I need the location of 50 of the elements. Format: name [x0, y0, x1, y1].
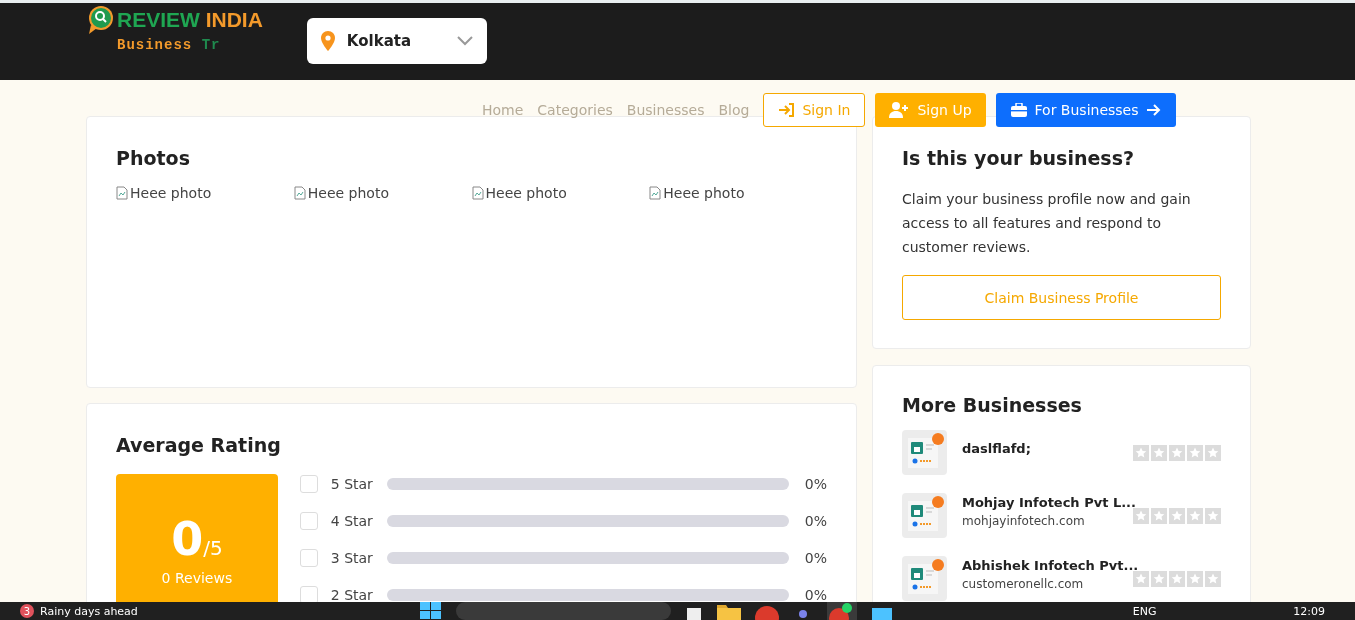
- image-alt-text: Heee photo: [130, 185, 212, 201]
- logo-icon: [87, 5, 115, 35]
- arrow-right-icon: [1146, 104, 1161, 116]
- broken-image-icon: [293, 186, 306, 200]
- star-filter-checkbox[interactable]: [299, 512, 318, 530]
- percent-text: 0%: [804, 513, 827, 529]
- star-filter-checkbox[interactable]: [299, 475, 318, 493]
- section-title: Photos: [116, 147, 191, 169]
- section-title: More Businesses: [902, 394, 1083, 416]
- business-thumbnail-icon: [902, 493, 947, 538]
- location-dropdown[interactable]: Kolkata: [306, 18, 487, 64]
- weather-text[interactable]: Rainy days ahead: [40, 604, 138, 618]
- star-label: 5 Star: [330, 476, 374, 492]
- business-name[interactable]: daslflafd;: [962, 441, 1133, 456]
- section-title: Is this your business?: [902, 147, 1135, 169]
- image-alt-text: Heee photo: [307, 185, 389, 201]
- pin-icon: [320, 31, 335, 51]
- business-url: customeronellc.com: [962, 577, 1085, 591]
- language-indicator[interactable]: ENG: [1132, 604, 1157, 618]
- review-count: 0 Reviews: [161, 570, 233, 586]
- chevron-down-icon: [456, 36, 473, 46]
- add-user-icon: [889, 102, 910, 118]
- business-name[interactable]: Mohjay Infotech Pvt L...: [962, 495, 1133, 510]
- percent-text: 0%: [804, 476, 827, 492]
- image-alt-text: Heee photo: [485, 185, 567, 201]
- tagline: Business Tr: [117, 37, 222, 53]
- broken-image-icon: [471, 186, 484, 200]
- notification-badge: 3: [20, 604, 34, 618]
- section-title: Average Rating: [116, 434, 282, 456]
- sign-in-icon: [778, 103, 795, 117]
- broken-image-icon: [649, 186, 662, 200]
- image-alt-text: Heee photo: [663, 185, 745, 201]
- business-thumbnail-icon: [902, 556, 947, 601]
- claim-text: Claim your business profile now and gain access to all features and respond to customer reviews.: [902, 190, 1192, 257]
- percent-text: 0%: [804, 550, 827, 566]
- logo-text: REVIEW INDIA: [117, 8, 263, 32]
- start-icon[interactable]: [419, 602, 442, 620]
- star-filter-checkbox[interactable]: [299, 549, 318, 567]
- star-label: 3 Star: [330, 550, 374, 566]
- score-value: 0/5: [171, 512, 223, 566]
- for-businesses-button[interactable]: For Businesses: [995, 93, 1176, 127]
- star-label: 2 Star: [330, 587, 374, 603]
- star-label: 4 Star: [330, 513, 374, 529]
- percent-text: 0%: [804, 587, 827, 603]
- clock-text[interactable]: 12:09: [1293, 604, 1325, 618]
- broken-image-icon: [116, 186, 128, 200]
- folder-icon[interactable]: [716, 602, 741, 620]
- business-thumbnail-icon: [902, 430, 947, 475]
- business-url: mohjayinfotech.com: [962, 514, 1086, 528]
- briefcase-icon: [1010, 103, 1027, 117]
